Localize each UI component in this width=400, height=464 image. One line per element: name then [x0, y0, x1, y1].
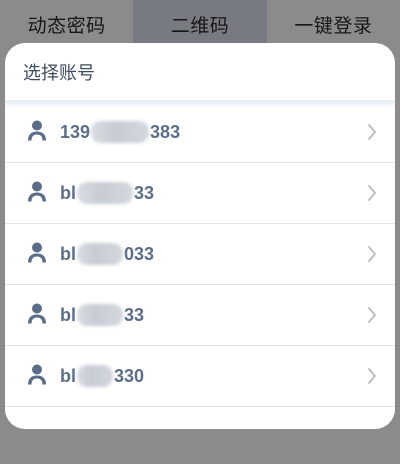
account-prefix: bl	[60, 243, 76, 264]
masked-digits	[77, 304, 123, 326]
masked-digits	[77, 365, 113, 387]
masked-digits	[77, 182, 133, 204]
account-row[interactable]: bl 033	[5, 224, 395, 285]
account-list: 139 383 bl 33 bl 033 bl 33 bl 330	[5, 102, 395, 407]
user-icon	[28, 242, 46, 263]
tab-qr-code[interactable]: 二维码	[133, 0, 267, 48]
account-prefix: bl	[60, 365, 76, 386]
masked-digits	[91, 121, 150, 143]
account-picker-sheet: 选择账号 139 383 bl 33 bl 033 bl 33 bl 330	[5, 43, 395, 429]
account-suffix: 033	[124, 243, 155, 264]
account-row[interactable]: bl 33	[5, 163, 395, 224]
chevron-right-icon	[368, 124, 376, 140]
account-row[interactable]: bl 330	[5, 346, 395, 407]
account-number: 139 383	[60, 102, 180, 162]
sheet-title: 选择账号	[5, 43, 395, 102]
account-number: bl 33	[60, 163, 154, 223]
account-suffix: 383	[150, 121, 181, 142]
account-suffix: 330	[114, 365, 145, 386]
account-number: bl 033	[60, 224, 154, 284]
account-suffix: 33	[124, 304, 145, 325]
chevron-right-icon	[368, 368, 376, 384]
chevron-right-icon	[368, 185, 376, 201]
account-row[interactable]: bl 33	[5, 285, 395, 346]
account-prefix: 139	[60, 121, 91, 142]
user-icon	[28, 181, 46, 202]
tab-one-click-login[interactable]: 一键登录	[267, 0, 400, 48]
account-row[interactable]: 139 383	[5, 102, 395, 163]
chevron-right-icon	[368, 307, 376, 323]
login-method-tabs: 动态密码 二维码 一键登录	[0, 0, 400, 48]
user-icon	[28, 303, 46, 324]
account-suffix: 33	[134, 182, 155, 203]
account-prefix: bl	[60, 182, 76, 203]
user-icon	[28, 364, 46, 385]
user-icon	[28, 120, 46, 141]
tab-dynamic-password[interactable]: 动态密码	[0, 0, 133, 48]
masked-digits	[77, 243, 123, 265]
account-prefix: bl	[60, 304, 76, 325]
account-number: bl 330	[60, 346, 144, 406]
chevron-right-icon	[368, 246, 376, 262]
account-number: bl 33	[60, 285, 144, 345]
